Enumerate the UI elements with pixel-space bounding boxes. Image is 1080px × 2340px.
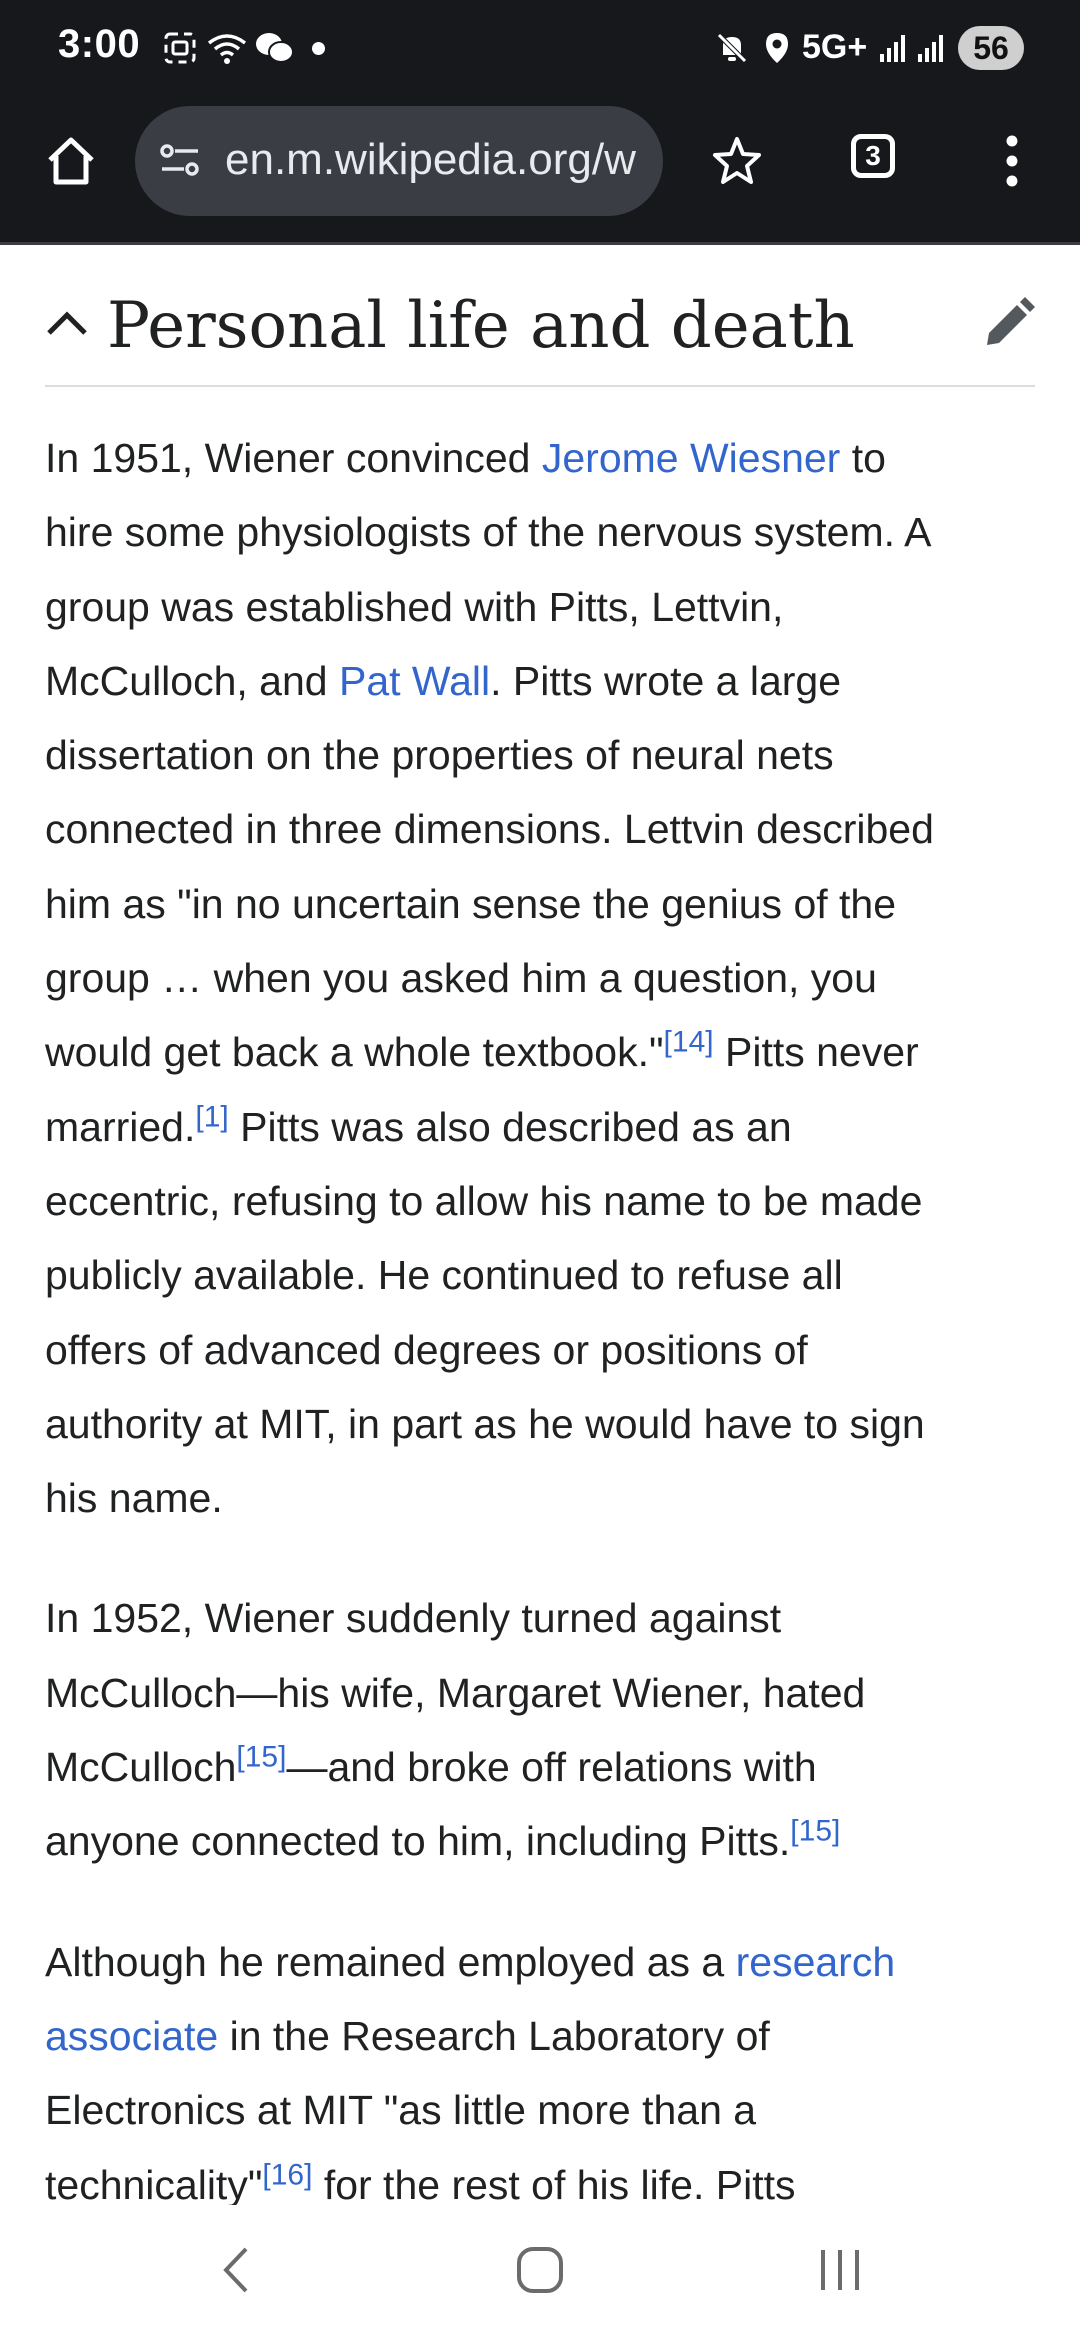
paragraph-1: In 1951, Wiener convinced Jerome Wiesner… xyxy=(45,421,1045,1535)
text-line: group … when you asked him a question, y… xyxy=(45,955,877,1002)
battery-indicator: 56 xyxy=(958,26,1024,70)
section-header[interactable]: Personal life and death xyxy=(45,267,1035,387)
text: . Pitts wrote a large xyxy=(490,657,842,704)
signal-icon-2 xyxy=(914,26,950,70)
address-bar[interactable]: en.m.wikipedia.org/w xyxy=(135,106,663,216)
tab-switcher-button[interactable]: 3 xyxy=(851,134,895,178)
reference-1[interactable]: [1] xyxy=(195,1100,228,1133)
more-options-icon[interactable] xyxy=(990,116,1034,206)
text-line: In 1952, Wiener suddenly turned against xyxy=(45,1595,782,1642)
text-line: McCulloch—his wife, Margaret Wiener, hat… xyxy=(45,1669,866,1716)
text-line: his name. xyxy=(45,1475,223,1522)
recents-icon[interactable] xyxy=(810,2235,870,2305)
status-bar: 3:00 5G+ 56 xyxy=(0,0,1080,98)
text: would get back a whole textbook." xyxy=(45,1029,664,1076)
signal-icon xyxy=(876,26,912,70)
text-line: publicly available. He continued to refu… xyxy=(45,1252,843,1299)
chevron-up-icon[interactable] xyxy=(45,307,89,342)
system-nav-bar xyxy=(0,2205,1080,2340)
text-line: Electronics at MIT "as little more than … xyxy=(45,2087,757,2134)
text: married. xyxy=(45,1103,196,1150)
notification-dot xyxy=(312,42,325,55)
text: Pitts never xyxy=(713,1029,919,1076)
paragraph-3: Although he remained employed as a resea… xyxy=(45,1925,1045,2205)
link-pat-wall[interactable]: Pat Wall xyxy=(339,658,490,704)
wifi-icon xyxy=(205,26,249,70)
text-line: dissertation on the properties of neural… xyxy=(45,732,834,779)
text: anyone connected to him, including Pitts… xyxy=(45,1818,791,1865)
link-research-associate[interactable]: research xyxy=(736,1939,896,1985)
text: Pitts was also described as an xyxy=(228,1103,792,1150)
reference-14[interactable]: [14] xyxy=(664,1026,714,1059)
text-line: connected in three dimensions. Lettvin d… xyxy=(45,806,934,853)
screenshot-icon xyxy=(160,26,200,70)
text: technicality" xyxy=(45,2161,263,2205)
article-body: In 1951, Wiener convinced Jerome Wiesner… xyxy=(45,421,1045,2205)
paragraph-2: In 1952, Wiener suddenly turned against … xyxy=(45,1581,1045,1878)
reference-16[interactable]: [16] xyxy=(262,2158,312,2191)
text-line: hire some physiologists of the nervous s… xyxy=(45,509,932,556)
reference-15[interactable]: [15] xyxy=(790,1815,840,1848)
home-icon[interactable] xyxy=(26,116,116,206)
text: McCulloch xyxy=(45,1744,237,1791)
link-jerome-wiesner[interactable]: Jerome Wiesner xyxy=(542,435,840,481)
bookmark-star-icon[interactable] xyxy=(692,116,782,206)
chat-app-icon xyxy=(252,26,296,70)
section-title: Personal life and death xyxy=(107,289,855,363)
text-line: eccentric, refusing to allow his name to… xyxy=(45,1177,923,1224)
back-icon[interactable] xyxy=(205,2235,265,2305)
link-research-associate[interactable]: associate xyxy=(45,2013,218,2059)
article-content: Personal life and death In 1951, Wiener … xyxy=(0,245,1080,2205)
text: in the Research Laboratory of xyxy=(218,2012,770,2059)
text: In 1951, Wiener convinced xyxy=(45,435,542,481)
site-settings-icon[interactable] xyxy=(155,136,205,186)
text: —and broke off relations with xyxy=(286,1744,817,1791)
browser-toolbar: en.m.wikipedia.org/w 3 xyxy=(0,98,1080,245)
mute-icon xyxy=(712,26,752,70)
home-nav-icon[interactable] xyxy=(505,2235,575,2305)
text: Although he remained employed as a xyxy=(45,1938,736,1985)
text-line: authority at MIT, in part as he would ha… xyxy=(45,1400,925,1447)
url-text[interactable]: en.m.wikipedia.org/w xyxy=(225,135,636,185)
reference-15[interactable]: [15] xyxy=(236,1740,286,1773)
text-line: offers of advanced degrees or positions … xyxy=(45,1326,808,1373)
network-type: 5G+ xyxy=(802,28,868,66)
text: McCulloch, and xyxy=(45,657,339,704)
text-line: him as "in no uncertain sense the genius… xyxy=(45,880,897,927)
text-line: group was established with Pitts, Lettvi… xyxy=(45,583,784,630)
text: for the rest of his life. Pitts xyxy=(312,2161,796,2205)
edit-pencil-icon[interactable] xyxy=(981,297,1035,356)
status-time: 3:00 xyxy=(58,22,141,66)
location-icon xyxy=(760,26,794,70)
text: to xyxy=(840,435,886,481)
